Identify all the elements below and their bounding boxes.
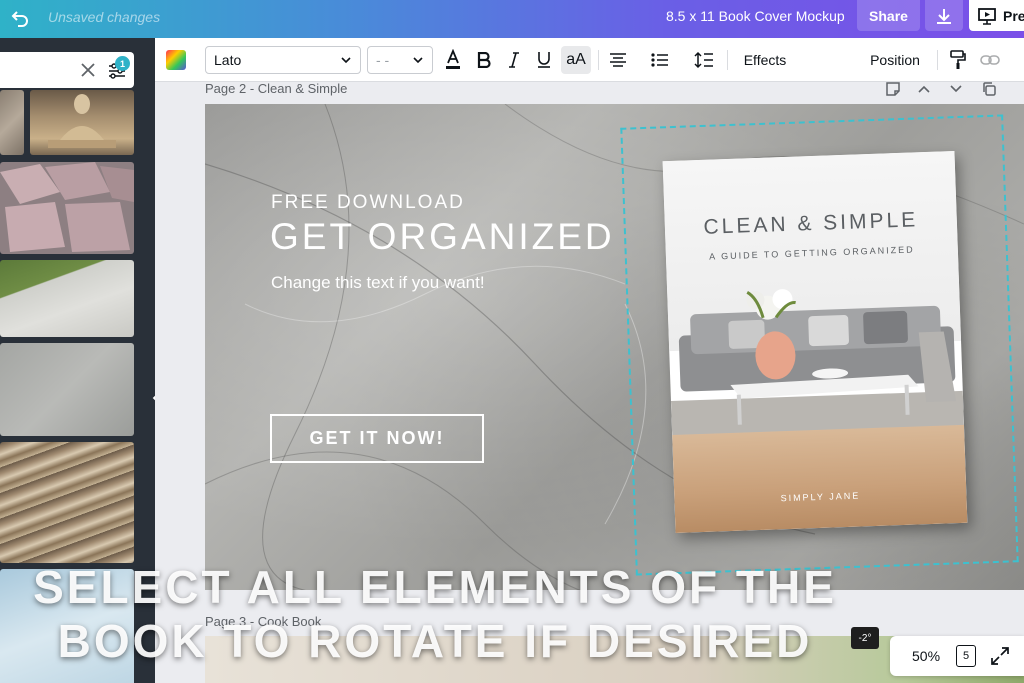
thumbnail-layered-rock[interactable] (0, 442, 134, 563)
italic-icon (509, 52, 519, 68)
present-button[interactable]: Pre (969, 0, 1024, 31)
font-size-value: - - (376, 52, 390, 68)
link-icon (980, 55, 1000, 65)
text-case-button[interactable]: aA (561, 46, 591, 74)
book-cover-mockup[interactable]: CLEAN & SIMPLE A GUIDE TO GETTING ORGANI… (662, 151, 968, 533)
toolbar-divider (727, 50, 728, 70)
bold-button[interactable] (473, 46, 495, 74)
page-notes-button[interactable] (885, 80, 901, 98)
line-spacing-icon (694, 51, 713, 69)
toolbar-divider (937, 50, 938, 70)
copy-style-button[interactable] (947, 46, 969, 74)
fullscreen-icon[interactable] (990, 646, 1010, 666)
text-color-button[interactable] (442, 46, 464, 74)
subtext[interactable]: Change this text if you want! (271, 273, 485, 293)
chevron-down-icon (950, 85, 962, 93)
top-bar: Unsaved changes 8.5 x 11 Book Cover Mock… (0, 0, 1024, 38)
zoom-panel: 50% 5 (890, 636, 1024, 676)
duplicate-icon (983, 82, 996, 96)
italic-button[interactable] (503, 46, 525, 74)
zoom-level[interactable]: 50% (912, 648, 940, 664)
notes-icon (886, 82, 900, 96)
thumbnail-stone-path[interactable] (0, 260, 134, 337)
page-down-button[interactable] (949, 80, 963, 98)
duplicate-page-button[interactable] (981, 80, 997, 98)
position-button[interactable]: Position (867, 46, 923, 74)
page-2-label: Page 2 - Clean & Simple (205, 81, 348, 96)
thumbnail-stone-texture[interactable] (0, 90, 24, 155)
document-title[interactable]: 8.5 x 11 Book Cover Mockup (666, 8, 845, 24)
font-size-select[interactable]: - - (367, 46, 433, 74)
underline-icon (538, 52, 550, 68)
tutorial-caption-line-1: SELECT ALL ELEMENTS OF THE (33, 561, 837, 613)
thumbnail-concrete[interactable] (0, 343, 134, 436)
page-up-button[interactable] (917, 80, 931, 98)
filter-count-badge: 1 (115, 56, 130, 71)
link-button[interactable] (979, 46, 1001, 74)
bullet-list-icon (651, 53, 668, 67)
undo-icon (11, 11, 28, 27)
chevron-left-icon (152, 395, 155, 401)
kicker-text[interactable]: FREE DOWNLOAD (271, 192, 465, 214)
paint-roller-icon (950, 50, 966, 69)
page-grid-button[interactable]: 5 (956, 645, 976, 667)
editor-toolbar: Lato - - aA Effects Position (155, 38, 1024, 82)
chevron-down-icon (413, 57, 423, 64)
color-picker-button[interactable] (165, 46, 187, 74)
toolbar-divider (598, 50, 599, 70)
tutorial-caption-line-2: BOOK TO ROTATE IF DESIRED (57, 615, 813, 667)
color-palette-icon (166, 50, 186, 70)
close-icon[interactable] (79, 61, 97, 79)
buddha-statue-image (48, 94, 116, 148)
thumbnail-buddha-statue[interactable] (30, 90, 134, 155)
line-spacing-button[interactable] (693, 46, 715, 74)
bold-icon (477, 52, 491, 68)
chevron-up-icon (918, 85, 930, 93)
download-button[interactable] (925, 0, 963, 31)
effects-button[interactable]: Effects (739, 46, 791, 74)
align-center-icon (610, 53, 626, 67)
design-page-2[interactable]: FREE DOWNLOAD GET ORGANIZED Change this … (205, 104, 1024, 590)
search-input[interactable]: 1 (0, 52, 134, 88)
living-room-image (670, 289, 965, 442)
font-family-select[interactable]: Lato (205, 46, 361, 74)
bullet-list-button[interactable] (649, 46, 671, 74)
present-icon (978, 7, 996, 25)
text-color-icon (446, 49, 460, 69)
granite-blocks-image (0, 162, 134, 252)
present-label: Pre (1003, 7, 1024, 24)
headline-text[interactable]: GET ORGANIZED (270, 216, 615, 258)
book-floor (672, 424, 968, 533)
align-center-button[interactable] (607, 46, 629, 74)
unsaved-status: Unsaved changes (48, 9, 161, 25)
download-icon (937, 8, 951, 24)
collapse-panel-button[interactable] (143, 360, 155, 436)
thumbnail-granite-blocks[interactable] (0, 162, 134, 254)
underline-button[interactable] (533, 46, 555, 74)
chevron-down-icon (341, 57, 351, 64)
font-family-value: Lato (214, 52, 242, 68)
cta-button-element[interactable]: GET IT NOW! (270, 414, 484, 463)
undo-button[interactable] (6, 4, 34, 32)
share-button[interactable]: Share (857, 0, 920, 31)
